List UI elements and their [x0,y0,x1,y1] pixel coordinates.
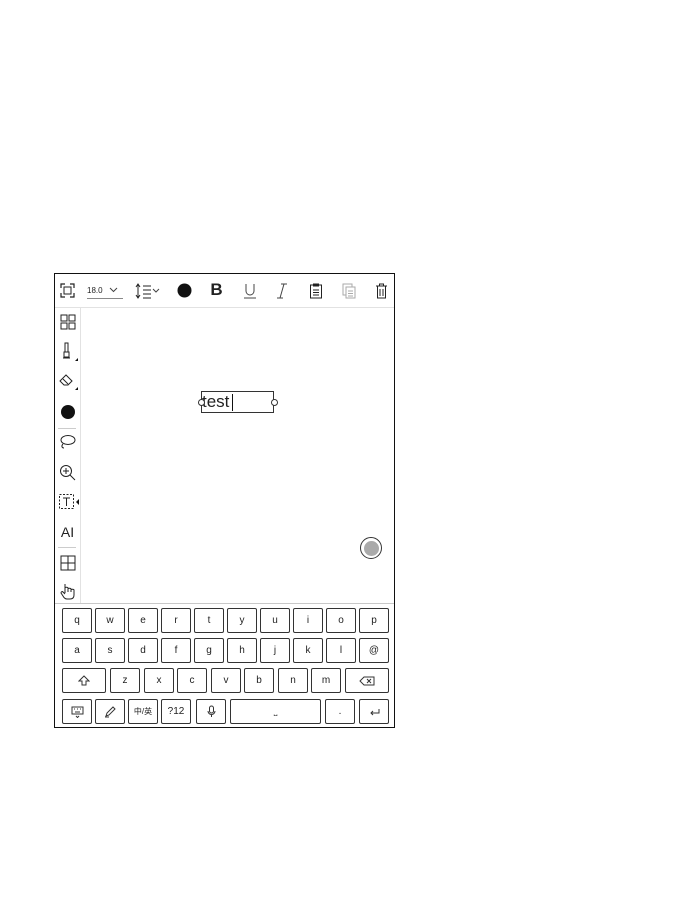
bold-icon[interactable]: B [208,280,225,300]
keyboard-hide-icon [71,706,83,718]
floating-ball-button[interactable] [360,537,382,559]
key-b[interactable]: b [244,668,274,693]
pen-icon[interactable] [59,342,79,362]
font-size-select[interactable]: 18.0 [87,282,123,299]
keyboard-hide-key[interactable] [62,699,92,724]
key-l[interactable]: l [326,638,356,663]
divider [58,428,76,429]
handwriting-key[interactable] [95,699,125,724]
period-key[interactable]: . [325,699,355,724]
color-dot-icon[interactable] [177,283,192,298]
key-o[interactable]: o [326,608,356,633]
key-q[interactable]: q [62,608,92,633]
bold-label: B [210,280,223,299]
resize-handle-right[interactable] [271,399,278,406]
key-x[interactable]: x [144,668,174,693]
shift-key[interactable] [62,668,106,693]
shift-icon [78,675,90,686]
space-key[interactable]: ⎵ [230,699,321,724]
textbox-icon[interactable] [58,493,80,511]
key-j[interactable]: j [260,638,290,663]
text-box[interactable]: test [201,391,274,413]
underline-icon[interactable] [242,282,257,299]
key-p[interactable]: p [359,608,389,633]
touch-hand-icon[interactable] [59,582,76,600]
enter-key[interactable] [359,699,389,724]
key-y[interactable]: y [227,608,257,633]
voice-input-key[interactable] [196,699,226,724]
ai-text-icon[interactable]: AI [58,523,77,540]
key-v[interactable]: v [211,668,241,693]
backspace-key[interactable] [345,668,389,693]
lasso-icon[interactable] [59,434,76,451]
tool-sidebar: AI [55,307,81,603]
resize-handle-left[interactable] [198,399,205,406]
zoom-in-icon[interactable] [59,464,76,481]
italic-icon[interactable] [275,282,289,299]
chevron-down-icon [109,287,117,293]
key-t[interactable]: t [194,608,224,633]
enter-icon [369,708,379,715]
key-i[interactable]: i [293,608,323,633]
line-spacing-icon[interactable] [135,282,161,299]
language-switch-key[interactable]: 中/英 [128,699,158,724]
device-screen: 18.0 B AI test q w e r t y u i o p a s d… [54,273,395,728]
key-d[interactable]: d [128,638,158,663]
key-z[interactable]: z [110,668,140,693]
paste-icon[interactable] [308,282,323,299]
key-c[interactable]: c [177,668,207,693]
onscreen-keyboard: q w e r t y u i o p a s d f g h j k l @ … [55,603,394,727]
table-icon[interactable] [59,554,76,571]
key-h[interactable]: h [227,638,257,663]
color-fill-icon[interactable] [59,403,76,420]
handwriting-pen-icon [105,705,116,717]
key-s[interactable]: s [95,638,125,663]
text-cursor [232,394,233,411]
key-n[interactable]: n [278,668,308,693]
ai-label: AI [60,523,75,540]
key-u[interactable]: u [260,608,290,633]
text-box-value: test [202,392,230,411]
symbols-key[interactable]: ?12 [161,699,191,724]
fullscreen-icon[interactable] [59,282,76,299]
key-g[interactable]: g [194,638,224,663]
divider [58,547,76,548]
eraser-icon[interactable] [58,371,79,391]
text-toolbar: 18.0 B [55,274,394,308]
key-r[interactable]: r [161,608,191,633]
microphone-icon [207,705,215,717]
font-size-value: 18.0 [87,285,103,295]
key-w[interactable]: w [95,608,125,633]
key-at[interactable]: @ [359,638,389,663]
backspace-icon [359,676,375,685]
layout-grid-icon[interactable] [59,313,76,330]
writing-canvas[interactable]: test [81,307,394,603]
key-f[interactable]: f [161,638,191,663]
floating-ball-inner [363,540,379,556]
key-k[interactable]: k [293,638,323,663]
key-m[interactable]: m [311,668,341,693]
copy-icon[interactable] [341,282,356,299]
key-e[interactable]: e [128,608,158,633]
trash-icon[interactable] [374,282,389,299]
key-a[interactable]: a [62,638,92,663]
